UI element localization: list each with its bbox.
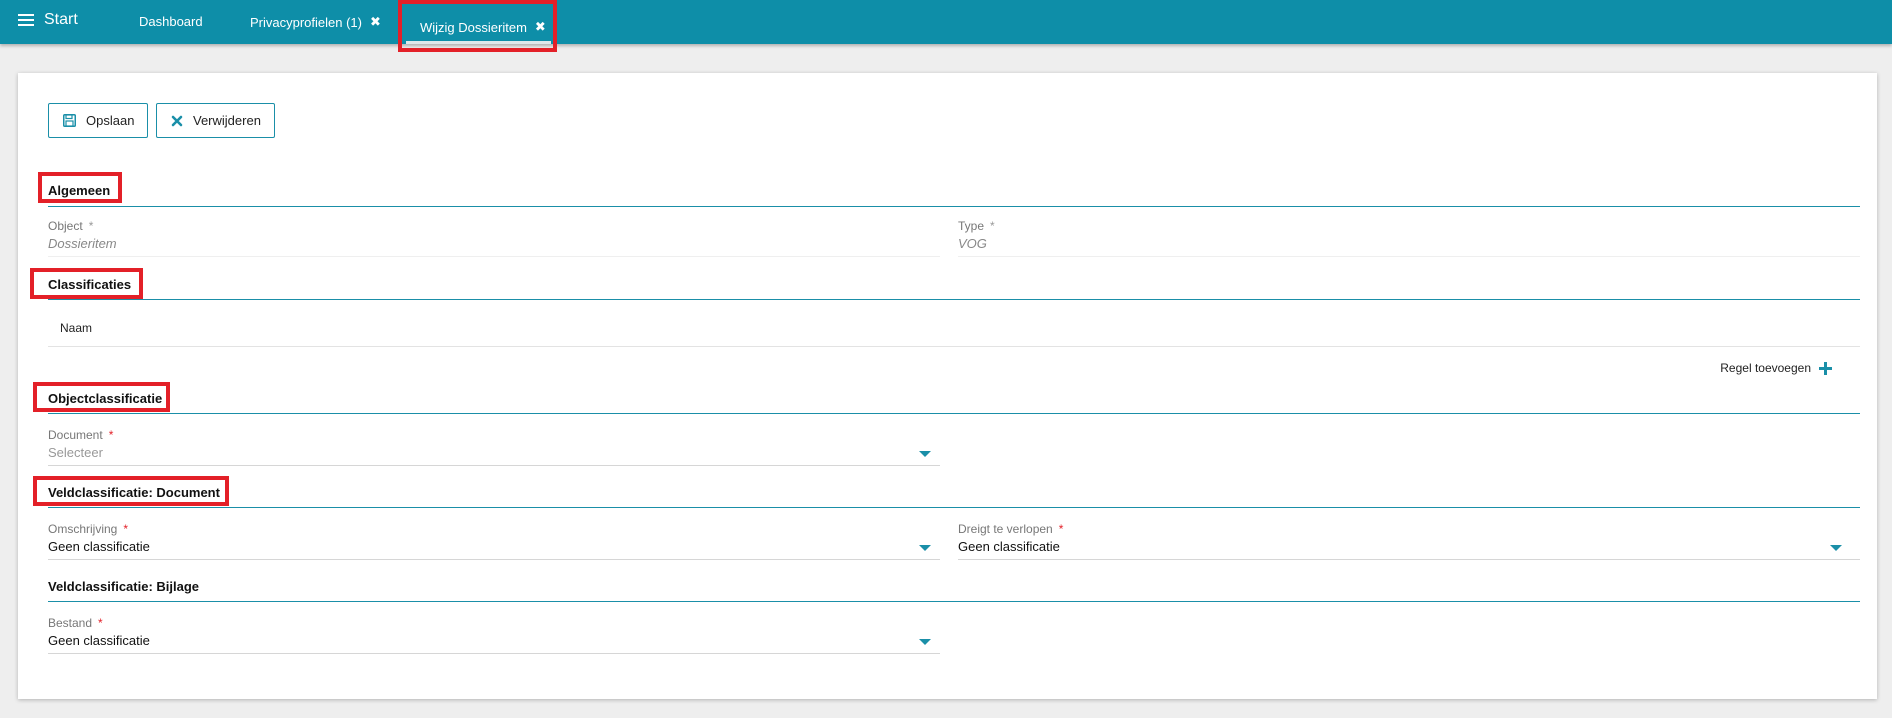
required-asterisk: * [108,428,114,442]
table-header-underline [48,346,1860,347]
required-asterisk: * [88,219,94,233]
field-underline [48,559,940,560]
section-title-veldclassificatie-document: Veldclassificatie: Document [48,485,220,500]
tab-privacyprofielen[interactable]: Privacyprofielen (1) ✖ [250,14,381,30]
section-title-classificaties: Classificaties [48,277,132,292]
required-asterisk: * [990,219,995,233]
tab-wijzig-dossieritem[interactable]: Wijzig Dossieritem ✖ [420,19,546,35]
add-row-label: Regel toevoegen [1720,361,1811,375]
tab-wijzig-dossieritem-label: Wijzig Dossieritem [420,19,527,35]
dreigt-te-verlopen-label-text: Dreigt te verlopen [958,522,1053,536]
save-button[interactable]: Opslaan [48,103,148,138]
tab-dashboard-label: Dashboard [139,14,203,29]
save-icon [63,114,76,127]
section-divider [48,413,1860,414]
document-field-label: Document * [48,428,113,442]
bestand-label-text: Bestand [48,616,93,630]
bestand-field-label: Bestand * [48,616,103,630]
top-navigation-bar: Start Dashboard Privacyprofielen (1) ✖ W… [0,0,1892,44]
bestand-select-value: Geen classificatie [48,633,150,648]
document-label-text: Document [48,428,103,442]
section-title-veldclassificatie-bijlage: Veldclassificatie: Bijlage [48,579,200,594]
section-divider [48,299,1860,300]
omschrijving-label-text: Omschrijving [48,522,118,536]
dreigt-te-verlopen-select[interactable]: Geen classificatie [958,539,1860,559]
field-underline [48,653,940,654]
type-field-value: VOG [958,236,987,251]
chevron-down-icon[interactable] [919,451,931,457]
field-underline [958,559,1860,560]
chevron-down-icon[interactable] [919,639,931,645]
type-field-label: Type * [958,219,995,233]
omschrijving-select-value: Geen classificatie [48,539,150,554]
delete-button[interactable]: Verwijderen [156,103,275,138]
close-tab-privacyprofielen-icon[interactable]: ✖ [370,14,381,30]
add-row-button[interactable]: Regel toevoegen [1720,361,1832,375]
delete-x-icon [171,115,183,127]
object-field-value: Dossieritem [48,236,117,251]
required-asterisk: * [98,616,103,630]
field-underline [958,256,1860,257]
start-label: Start [44,11,78,28]
tab-dashboard[interactable]: Dashboard [139,14,203,29]
field-underline [48,256,940,257]
field-underline [48,465,940,466]
chevron-down-icon[interactable] [1830,545,1842,551]
save-button-label: Opslaan [86,113,135,128]
edit-form-card: Opslaan Verwijderen Algemeen Object * Dos… [18,73,1877,699]
section-title-objectclassificatie: Objectclassificatie [48,391,163,406]
section-divider [48,601,1860,602]
tab-privacyprofielen-label: Privacyprofielen (1) [250,14,362,30]
column-header-naam[interactable]: Naam [60,321,92,335]
chevron-down-icon[interactable] [919,545,931,551]
object-field-label: Object * [48,219,93,233]
omschrijving-select[interactable]: Geen classificatie [48,539,940,559]
document-select-placeholder: Selecteer [48,445,103,460]
omschrijving-field-label: Omschrijving * [48,522,128,536]
section-divider [48,507,1860,508]
hamburger-menu-icon [18,13,34,27]
start-menu-button[interactable]: Start [18,11,78,29]
delete-button-label: Verwijderen [193,113,261,128]
dreigt-te-verlopen-select-value: Geen classificatie [958,539,1060,554]
object-label-text: Object [48,219,83,233]
dreigt-te-verlopen-field-label: Dreigt te verlopen * [958,522,1063,536]
type-label-text: Type [958,219,985,233]
document-select[interactable]: Selecteer [48,445,940,465]
required-asterisk: * [123,522,129,536]
close-tab-wijzig-dossieritem-icon[interactable]: ✖ [535,19,546,35]
section-divider [48,206,1860,207]
required-asterisk: * [1058,522,1064,536]
active-tab-indicator [406,41,551,44]
bestand-select[interactable]: Geen classificatie [48,633,940,653]
plus-icon [1819,361,1832,375]
section-title-algemeen: Algemeen [48,183,111,198]
